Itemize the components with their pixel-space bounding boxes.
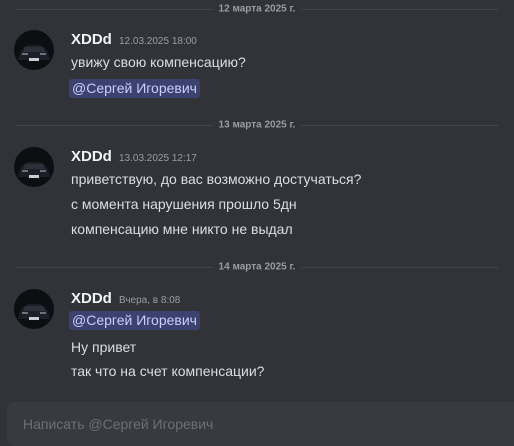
message-author[interactable]: XDDd: [71, 31, 112, 48]
message-author[interactable]: XDDd: [71, 290, 112, 307]
message-text: увижу свою компенсацию?: [71, 54, 246, 70]
avatar[interactable]: [14, 147, 54, 187]
user-mention[interactable]: @Сергей Игоревич: [69, 79, 200, 98]
date-divider-label: 12 марта 2025 г.: [212, 3, 302, 15]
message-text: с момента нарушения прошло 5дн: [71, 196, 297, 212]
car-avatar-icon: [14, 289, 54, 329]
car-avatar-icon: [14, 30, 54, 70]
date-divider-label: 13 марта 2025 г.: [212, 119, 302, 131]
avatar[interactable]: [14, 30, 54, 70]
message-text: так что на счет компенсации?: [71, 363, 265, 379]
user-mention[interactable]: @Сергей Игоревич: [69, 311, 200, 330]
message-timestamp: Вчера, в 8:08: [119, 295, 181, 306]
avatar[interactable]: [14, 289, 54, 329]
car-avatar-icon: [14, 147, 54, 187]
message-text: приветствую, до вас возможно достучаться…: [71, 171, 362, 187]
date-divider-label: 14 марта 2025 г.: [212, 261, 302, 273]
message-composer: [7, 402, 514, 446]
date-divider: 14 марта 2025 г.: [16, 261, 498, 273]
date-divider: 13 марта 2025 г.: [16, 119, 498, 131]
message-text: компенсацию мне никто не выдал: [71, 221, 293, 237]
date-divider: 12 марта 2025 г.: [16, 3, 498, 15]
message-text: Ну привет: [71, 339, 137, 355]
message-author[interactable]: XDDd: [71, 148, 112, 165]
message-input[interactable]: [23, 416, 503, 432]
message-timestamp: 13.03.2025 12:17: [119, 153, 197, 164]
message-timestamp: 12.03.2025 18:00: [119, 36, 197, 47]
